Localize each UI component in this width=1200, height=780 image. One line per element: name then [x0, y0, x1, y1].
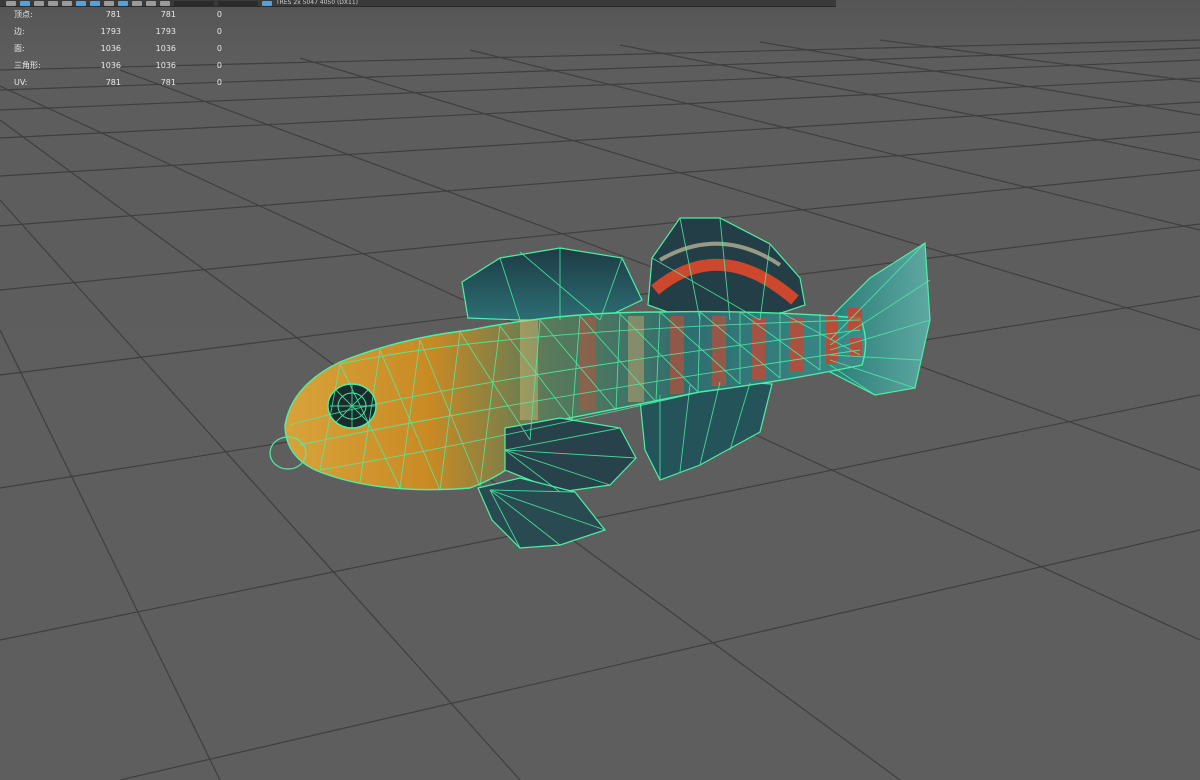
- hud-total: 781: [105, 78, 121, 87]
- hud-label: 边:: [14, 27, 25, 36]
- hud-extra: 0: [216, 44, 222, 53]
- hud-total: 781: [105, 10, 121, 19]
- hud-selected: 1036: [155, 44, 176, 53]
- hud-selected: 1036: [155, 61, 176, 70]
- dorsal-fin-front: [461, 247, 643, 321]
- hud-row-vertices: 顶点: 781 781 0: [14, 6, 224, 23]
- hud-row-uvs: UV: 781 781 0: [14, 74, 224, 91]
- hud-total: 1036: [100, 44, 121, 53]
- hud-selected: 781: [160, 10, 176, 19]
- hud-label: UV:: [14, 78, 28, 87]
- hud-label: 三角形:: [14, 61, 41, 70]
- hud-total: 1793: [100, 27, 121, 36]
- hud-row-triangles: 三角形: 1036 1036 0: [14, 57, 224, 74]
- hud-extra: 0: [216, 61, 222, 70]
- hud-extra: 0: [216, 10, 222, 19]
- 3d-viewport[interactable]: TRES 2x 5047 4050 (DX11) 顶点: 781 781 0 边…: [0, 0, 1200, 780]
- hud-extra: 0: [216, 78, 222, 87]
- hud-selected: 781: [160, 78, 176, 87]
- hud-label: 面:: [14, 44, 25, 53]
- fish-model: [269, 217, 931, 549]
- hud-row-faces: 面: 1036 1036 0: [14, 40, 224, 57]
- scene-canvas: [0, 39, 1200, 780]
- hud-label: 顶点:: [14, 10, 33, 19]
- hud-extra: 0: [216, 27, 222, 36]
- poly-count-hud: 顶点: 781 781 0 边: 1793 1793 0 面: 1036 103…: [14, 6, 224, 91]
- hud-total: 1036: [100, 61, 121, 70]
- hud-selected: 1793: [155, 27, 176, 36]
- hud-row-edges: 边: 1793 1793 0: [14, 23, 224, 40]
